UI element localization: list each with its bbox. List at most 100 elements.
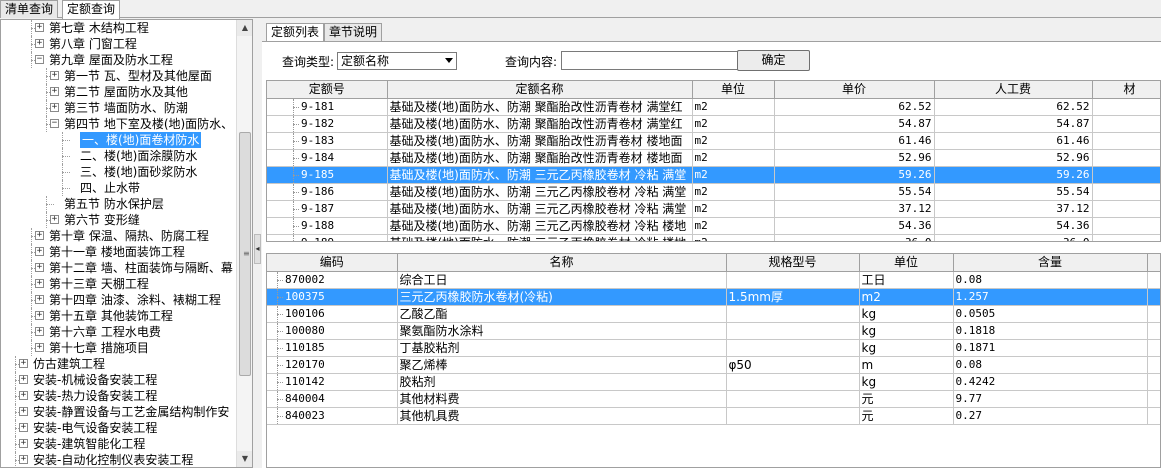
quota-labor-cell[interactable]: 62.52 xyxy=(934,98,1093,116)
expand-icon[interactable]: + xyxy=(35,295,44,304)
quota-material-cell[interactable] xyxy=(1092,149,1160,167)
expand-icon[interactable]: + xyxy=(35,279,44,288)
quota-labor-cell[interactable]: 54.87 xyxy=(934,115,1093,133)
quota-material-cell[interactable] xyxy=(1092,183,1160,201)
quota-name-cell[interactable]: 基础及楼(地)面防水、防潮 聚酯胎改性沥青卷材 满堂红 xyxy=(387,98,693,116)
quota-grid[interactable]: 定额号 定额名称 单位 单价 人工费 材 9-181 基础及楼(地)面防水、防潮 … xyxy=(266,80,1161,242)
quota-unit-cell[interactable]: m2 xyxy=(692,217,775,235)
tree-item[interactable]: + 第八章 门窗工程 xyxy=(1,36,237,52)
quota-code-cell[interactable]: 9-183 xyxy=(267,132,388,150)
material-unit-cell[interactable]: 工日 xyxy=(859,271,954,289)
quota-material-cell[interactable] xyxy=(1092,98,1160,116)
tree-item[interactable]: + 第十六章 工程水电费 xyxy=(1,324,237,340)
query-content-input[interactable] xyxy=(561,51,747,70)
quota-price-cell[interactable]: 55.54 xyxy=(774,183,935,201)
material-spec-cell[interactable]: 1.5mm厚 xyxy=(726,288,860,306)
material-row[interactable]: 120170 聚乙烯棒 φ50 m 0.08 xyxy=(267,356,1160,374)
material-row[interactable]: 100106 乙酸乙酯 kg 0.0505 xyxy=(267,305,1160,323)
tree-item[interactable]: + 第十五章 其他装饰工程 xyxy=(1,308,237,324)
col-header-price[interactable]: 单价 xyxy=(774,81,935,99)
tree-item[interactable]: + 第十章 保温、隔热、防腐工程 xyxy=(1,228,237,244)
quota-code-cell[interactable]: 9-189 xyxy=(267,234,388,241)
material-unit-cell[interactable]: kg xyxy=(859,373,954,391)
material-qty-cell[interactable]: 0.1871 xyxy=(953,339,1148,357)
material-row[interactable]: 870002 综合工日 工日 0.08 xyxy=(267,271,1160,289)
expand-icon[interactable]: + xyxy=(19,423,28,432)
scroll-down-icon[interactable]: ▼ xyxy=(237,451,252,467)
quota-labor-cell[interactable]: 36.0 xyxy=(934,234,1093,241)
collapse-icon[interactable]: − xyxy=(50,119,59,128)
material-unit-cell[interactable]: kg xyxy=(859,339,954,357)
material-unit-cell[interactable]: kg xyxy=(859,305,954,323)
tree-item[interactable]: + 第十三章 天棚工程 xyxy=(1,276,237,292)
quota-material-cell[interactable] xyxy=(1092,217,1160,235)
quota-labor-cell[interactable]: 55.54 xyxy=(934,183,1093,201)
material-qty-cell[interactable]: 1.257 xyxy=(953,288,1148,306)
quota-row[interactable]: 9-186 基础及楼(地)面防水、防潮 三元乙丙橡胶卷材 冷粘 满堂 m2 55.54… xyxy=(267,183,1160,201)
col-header-mat-unit[interactable]: 单位 xyxy=(859,254,954,272)
expand-icon[interactable]: + xyxy=(35,327,44,336)
tree-item[interactable]: + 第六节 变形缝 xyxy=(1,212,237,228)
quota-unit-cell[interactable]: m2 xyxy=(692,132,775,150)
material-row[interactable]: 100080 聚氨酯防水涂料 kg 0.1818 xyxy=(267,322,1160,340)
quota-price-cell[interactable]: 62.52 xyxy=(774,98,935,116)
quota-name-cell[interactable]: 基础及楼(地)面防水、防潮 聚酯胎改性沥青卷材 楼地面 xyxy=(387,149,693,167)
material-code-cell[interactable]: 100106 xyxy=(267,305,398,323)
confirm-button[interactable]: 确定 xyxy=(737,50,810,71)
quota-material-cell[interactable] xyxy=(1092,132,1160,150)
tree-item[interactable]: + 安装-电气设备安装工程 xyxy=(1,420,237,436)
tree-item[interactable]: − 第九章 屋面及防水工程 xyxy=(1,52,237,68)
collapse-left-icon[interactable]: ◂ xyxy=(254,234,261,264)
tree-item[interactable]: + 安装-热力设备安装工程 xyxy=(1,388,237,404)
quota-code-cell[interactable]: 9-187 xyxy=(267,200,388,218)
quota-row[interactable]: 9-181 基础及楼(地)面防水、防潮 聚酯胎改性沥青卷材 满堂红 m2 62.52 6… xyxy=(267,98,1160,116)
material-name-cell[interactable]: 三元乙丙橡胶防水卷材(冷粘) xyxy=(397,288,727,306)
material-code-cell[interactable]: 110185 xyxy=(267,339,398,357)
quota-row[interactable]: 9-182 基础及楼(地)面防水、防潮 聚酯胎改性沥青卷材 满堂红 m2 54.87 5… xyxy=(267,115,1160,133)
material-spec-cell[interactable] xyxy=(726,373,860,391)
expand-icon[interactable]: + xyxy=(50,103,59,112)
material-row[interactable]: 110185 丁基胶粘剂 kg 0.1871 xyxy=(267,339,1160,357)
material-name-cell[interactable]: 聚氨酯防水涂料 xyxy=(397,322,727,340)
material-grid[interactable]: 编码 名称 规格型号 单位 含量 870002 综合工日 工日 0.08 100375 三… xyxy=(266,253,1161,468)
material-spec-cell[interactable]: φ50 xyxy=(726,356,860,374)
quota-row[interactable]: 9-189基础及楼(地)面防水、防潮 三元乙丙橡胶卷材 冷粘 楼地m236.03… xyxy=(267,234,1160,241)
material-qty-cell[interactable]: 9.77 xyxy=(953,390,1148,408)
material-unit-cell[interactable]: 元 xyxy=(859,407,954,425)
material-code-cell[interactable]: 120170 xyxy=(267,356,398,374)
expand-icon[interactable]: + xyxy=(19,407,28,416)
quota-code-cell[interactable]: 9-186 xyxy=(267,183,388,201)
scroll-thumb[interactable]: ≡ xyxy=(239,132,251,376)
expand-icon[interactable]: + xyxy=(19,391,28,400)
quota-price-cell[interactable]: 52.96 xyxy=(774,149,935,167)
material-row[interactable]: 110142 胶粘剂 kg 0.4242 xyxy=(267,373,1160,391)
tree-vertical-scrollbar[interactable]: ▲ ≡ ▼ xyxy=(236,20,252,467)
material-name-cell[interactable]: 丁基胶粘剂 xyxy=(397,339,727,357)
chapter-tree[interactable]: + 第七章 木结构工程 + 第八章 门窗工程 − 第九章 屋面及防水工程 + 第一节 瓦、型材… xyxy=(0,19,253,468)
material-unit-cell[interactable]: m xyxy=(859,356,954,374)
tree-item[interactable]: + 安装-建筑智能化工程 xyxy=(1,436,237,452)
col-header-code[interactable]: 定额号 xyxy=(267,81,388,99)
quota-code-cell[interactable]: 9-185 xyxy=(267,166,388,184)
tree-item[interactable]: 第五节 防水保护层 xyxy=(1,196,237,212)
tree-item[interactable]: + 第十四章 油漆、涂料、裱糊工程 xyxy=(1,292,237,308)
tab-quota-query[interactable]: 定额查询 xyxy=(62,0,121,19)
material-code-cell[interactable]: 110142 xyxy=(267,373,398,391)
quota-price-cell[interactable]: 61.46 xyxy=(774,132,935,150)
quota-row[interactable]: 9-184 基础及楼(地)面防水、防潮 聚酯胎改性沥青卷材 楼地面 m2 52.96 5… xyxy=(267,149,1160,167)
material-code-cell[interactable]: 840023 xyxy=(267,407,398,425)
quota-name-cell[interactable]: 基础及楼(地)面防水、防潮 聚酯胎改性沥青卷材 楼地面 xyxy=(387,132,693,150)
tree-item[interactable]: + 仿古建筑工程 xyxy=(1,356,237,372)
expand-icon[interactable]: + xyxy=(35,311,44,320)
material-code-cell[interactable]: 100375 xyxy=(267,288,398,306)
material-spec-cell[interactable] xyxy=(726,322,860,340)
quota-price-cell[interactable]: 54.36 xyxy=(774,217,935,235)
col-header-mat-qty[interactable]: 含量 xyxy=(953,254,1148,272)
quota-material-cell[interactable] xyxy=(1092,115,1160,133)
tree-item[interactable]: + 第二节 屋面防水及其他 xyxy=(1,84,237,100)
quota-code-cell[interactable]: 9-181 xyxy=(267,98,388,116)
quota-unit-cell[interactable]: m2 xyxy=(692,234,775,241)
quota-price-cell[interactable]: 59.26 xyxy=(774,166,935,184)
col-header-mat-code[interactable]: 编码 xyxy=(267,254,398,272)
quota-name-cell[interactable]: 基础及楼(地)面防水、防潮 聚酯胎改性沥青卷材 满堂红 xyxy=(387,115,693,133)
